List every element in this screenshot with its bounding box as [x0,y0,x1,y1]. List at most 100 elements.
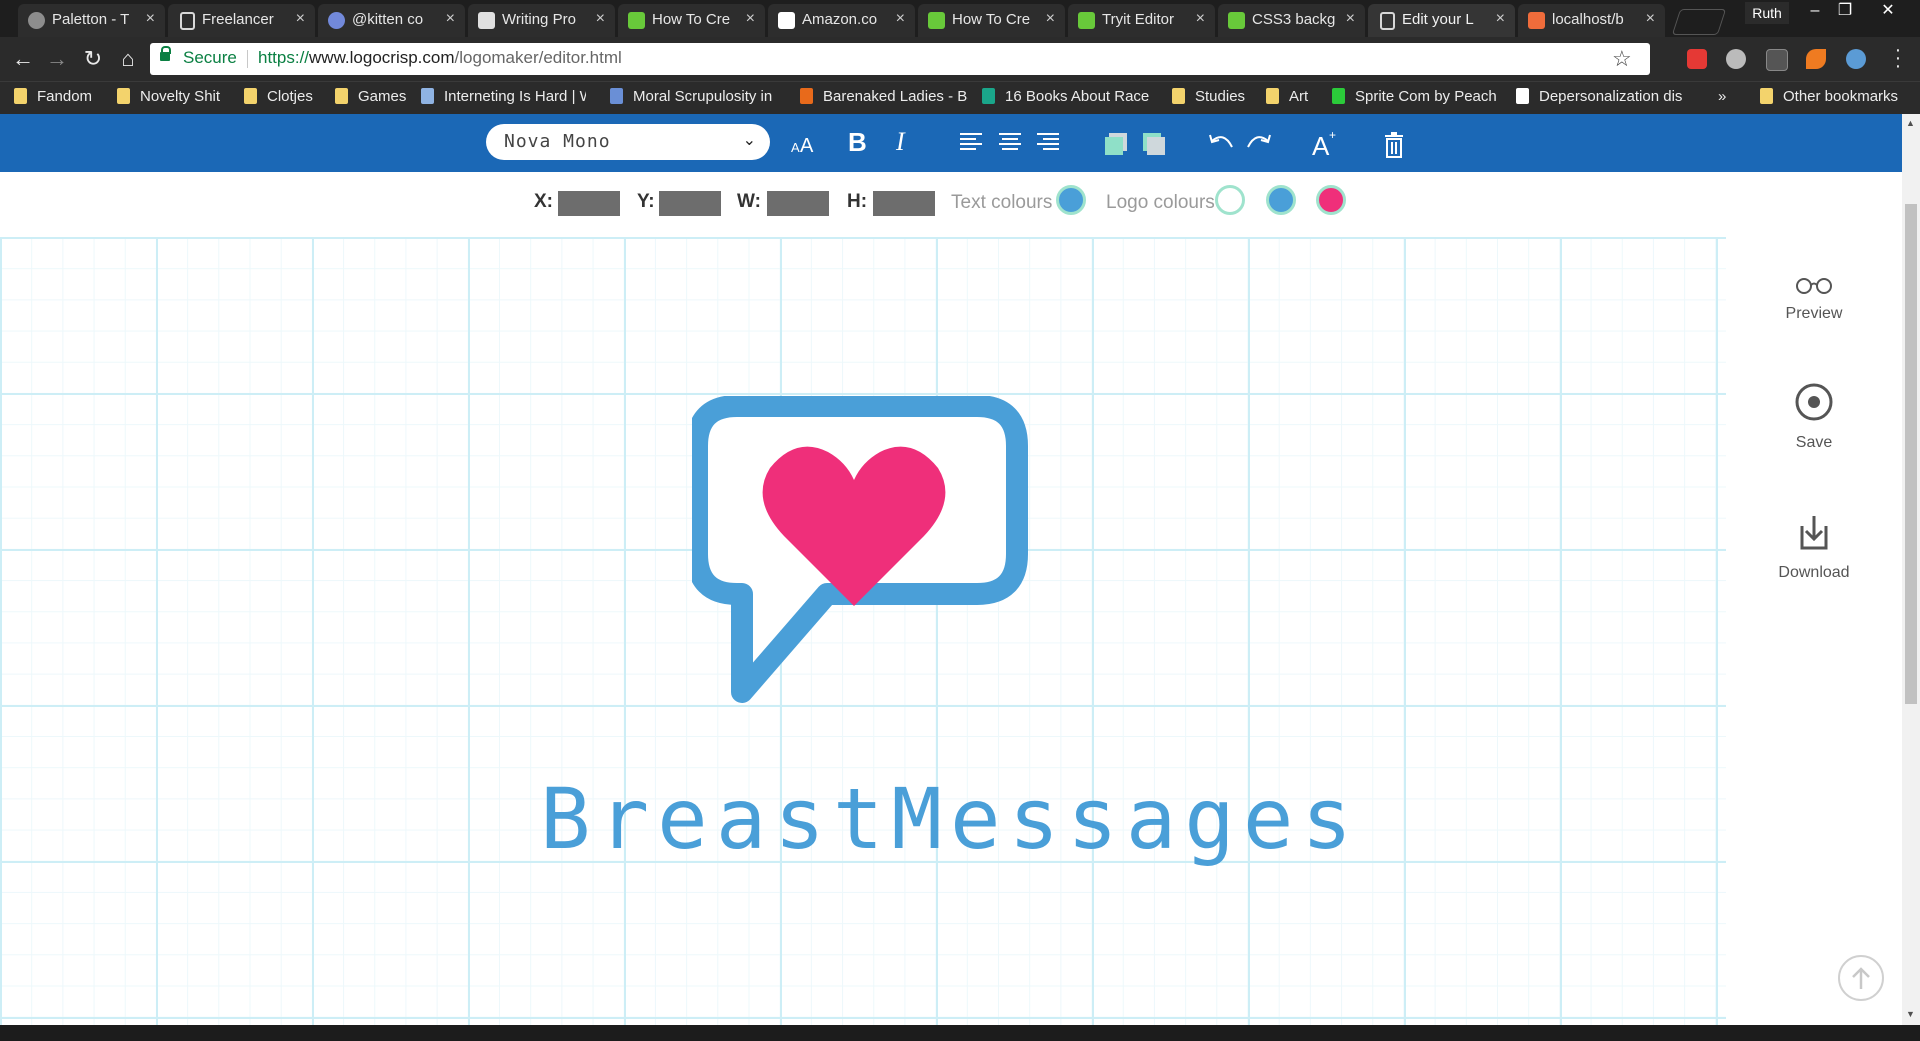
close-tab-icon[interactable]: × [746,10,755,28]
download-label: Download [1778,564,1850,581]
extension-plus-icon[interactable] [1687,49,1707,69]
italic-icon[interactable]: I [896,127,905,157]
bookmark-item[interactable]: Art [1266,88,1308,105]
w3schools-favicon-icon [1078,12,1095,29]
tab-title: Paletton - T [52,11,130,28]
home-icon[interactable]: ⌂ [115,46,141,72]
logo-text[interactable]: BreastMessages [540,770,1352,870]
os-taskbar [0,1025,1920,1041]
tab-title: Edit your L [1402,11,1474,28]
bookmarks-overflow-button[interactable]: » [1718,88,1726,105]
download-button[interactable]: Download [1726,512,1902,602]
new-tab-button[interactable] [1671,9,1727,35]
font-family-select[interactable]: Nova Mono ⌄ [486,124,770,160]
reload-icon[interactable]: ↻ [80,46,106,72]
bookmark-item[interactable]: Barenaked Ladies - Ba [800,88,968,105]
redo-icon[interactable] [1244,131,1272,155]
font-size-icon[interactable]: A A [791,132,817,156]
scroll-up-arrow-icon[interactable]: ▲ [1906,118,1915,128]
browser-tab-active[interactable]: Edit your L × [1368,4,1515,37]
browser-tab[interactable]: Amazon.co × [768,4,915,37]
scroll-down-arrow-icon[interactable]: ▼ [1906,1009,1915,1019]
close-tab-icon[interactable]: × [296,10,305,28]
browser-menu-icon[interactable]: · · · [1893,40,1903,76]
bookmark-item[interactable]: Depersonalization dis [1516,88,1688,105]
paletton-favicon-icon [28,12,45,29]
folder-icon [1172,88,1185,104]
extension-arrow-icon[interactable] [1806,49,1826,69]
other-bookmarks[interactable]: Other bookmarks [1760,88,1898,105]
save-button[interactable]: Save [1726,382,1902,472]
bookmark-item[interactable]: Studies [1172,88,1245,105]
bold-icon[interactable]: B [848,127,867,158]
browser-tab[interactable]: Writing Pro × [468,4,615,37]
browser-tab[interactable]: Paletton - T × [18,4,165,37]
close-tab-icon[interactable]: × [1046,10,1055,28]
forward-arrow-icon[interactable]: → [44,46,70,72]
bookmark-item[interactable]: Games [335,88,406,105]
add-text-icon[interactable]: A + [1312,128,1340,158]
back-arrow-icon[interactable]: ← [10,46,36,72]
browser-tab[interactable]: Freelancer × [168,4,315,37]
bookmark-item[interactable]: Clotjes [244,88,313,105]
w3schools-favicon-icon [628,12,645,29]
folder-icon [14,88,27,104]
close-tab-icon[interactable]: × [1646,10,1655,28]
close-tab-icon[interactable]: × [146,10,155,28]
tab-title: How To Cre [952,11,1031,28]
align-right-icon[interactable] [1037,132,1061,154]
undo-icon[interactable] [1208,131,1236,155]
scroll-to-top-button[interactable] [1838,955,1884,1001]
bookmark-item[interactable]: 16 Books About Race [982,88,1154,105]
extension-nx-icon[interactable] [1766,49,1788,71]
site-favicon-icon [982,88,995,104]
bookmark-item[interactable]: Sprite Com by Peach [1332,88,1500,105]
page-scrollbar[interactable]: ▲ ▼ [1902,114,1920,1025]
bookmark-item[interactable]: Moral Scrupulosity in [610,88,778,105]
send-backward-icon[interactable] [1141,131,1167,157]
y-input[interactable] [659,191,721,216]
h-input[interactable] [873,191,935,216]
close-window-icon[interactable]: ✕ [1870,0,1906,24]
logo-colour-swatch-white[interactable] [1215,185,1245,215]
bookmark-item[interactable]: Interneting Is Hard | W [421,88,586,105]
browser-tab[interactable]: CSS3 backg × [1218,4,1365,37]
scrollbar-thumb[interactable] [1905,204,1917,704]
logo-colour-swatch-blue[interactable] [1266,185,1296,215]
w-input[interactable] [767,191,829,216]
url-text[interactable]: https://www.logocrisp.com/logomaker/edit… [258,48,622,68]
browser-tab[interactable]: localhost/b × [1518,4,1665,37]
close-tab-icon[interactable]: × [1196,10,1205,28]
close-tab-icon[interactable]: × [1346,10,1355,28]
browser-tab[interactable]: Tryit Editor × [1068,4,1215,37]
bookmark-item[interactable]: Fandom [14,88,92,105]
browser-tab[interactable]: @kitten co × [318,4,465,37]
logo-colour-swatch-pink[interactable] [1316,185,1346,215]
align-left-icon[interactable] [960,132,984,154]
x-label: X: [534,191,553,212]
tab-title: @kitten co [352,11,424,28]
profile-button[interactable]: Ruth [1745,2,1789,24]
browser-tab[interactable]: How To Cre × [618,4,765,37]
trash-icon[interactable] [1383,132,1405,158]
close-tab-icon[interactable]: × [896,10,905,28]
bookmark-label: Barenaked Ladies - Ba [823,88,968,105]
align-center-icon[interactable] [999,132,1023,154]
bookmark-item[interactable]: Novelty Shit [117,88,220,105]
extension-globe-icon[interactable] [1726,49,1746,69]
bookmark-star-icon[interactable]: ☆ [1612,46,1632,72]
close-tab-icon[interactable]: × [1496,10,1505,28]
url-bar[interactable]: Secure https://www.logocrisp.com/logomak… [150,43,1650,75]
browser-tab[interactable]: How To Cre × [918,4,1065,37]
bookmark-label: Games [358,88,407,105]
save-target-icon [1795,383,1833,421]
text-colour-swatch[interactable] [1056,185,1086,215]
restore-icon[interactable]: ❐ [1827,0,1863,24]
bring-forward-icon[interactable] [1103,131,1129,157]
preview-button[interactable]: Preview [1726,257,1902,337]
extension-face-icon[interactable] [1846,49,1866,69]
close-tab-icon[interactable]: × [596,10,605,28]
x-input[interactable] [558,191,620,216]
speech-bubble-heart-logo[interactable] [692,396,1032,746]
close-tab-icon[interactable]: × [446,10,455,28]
